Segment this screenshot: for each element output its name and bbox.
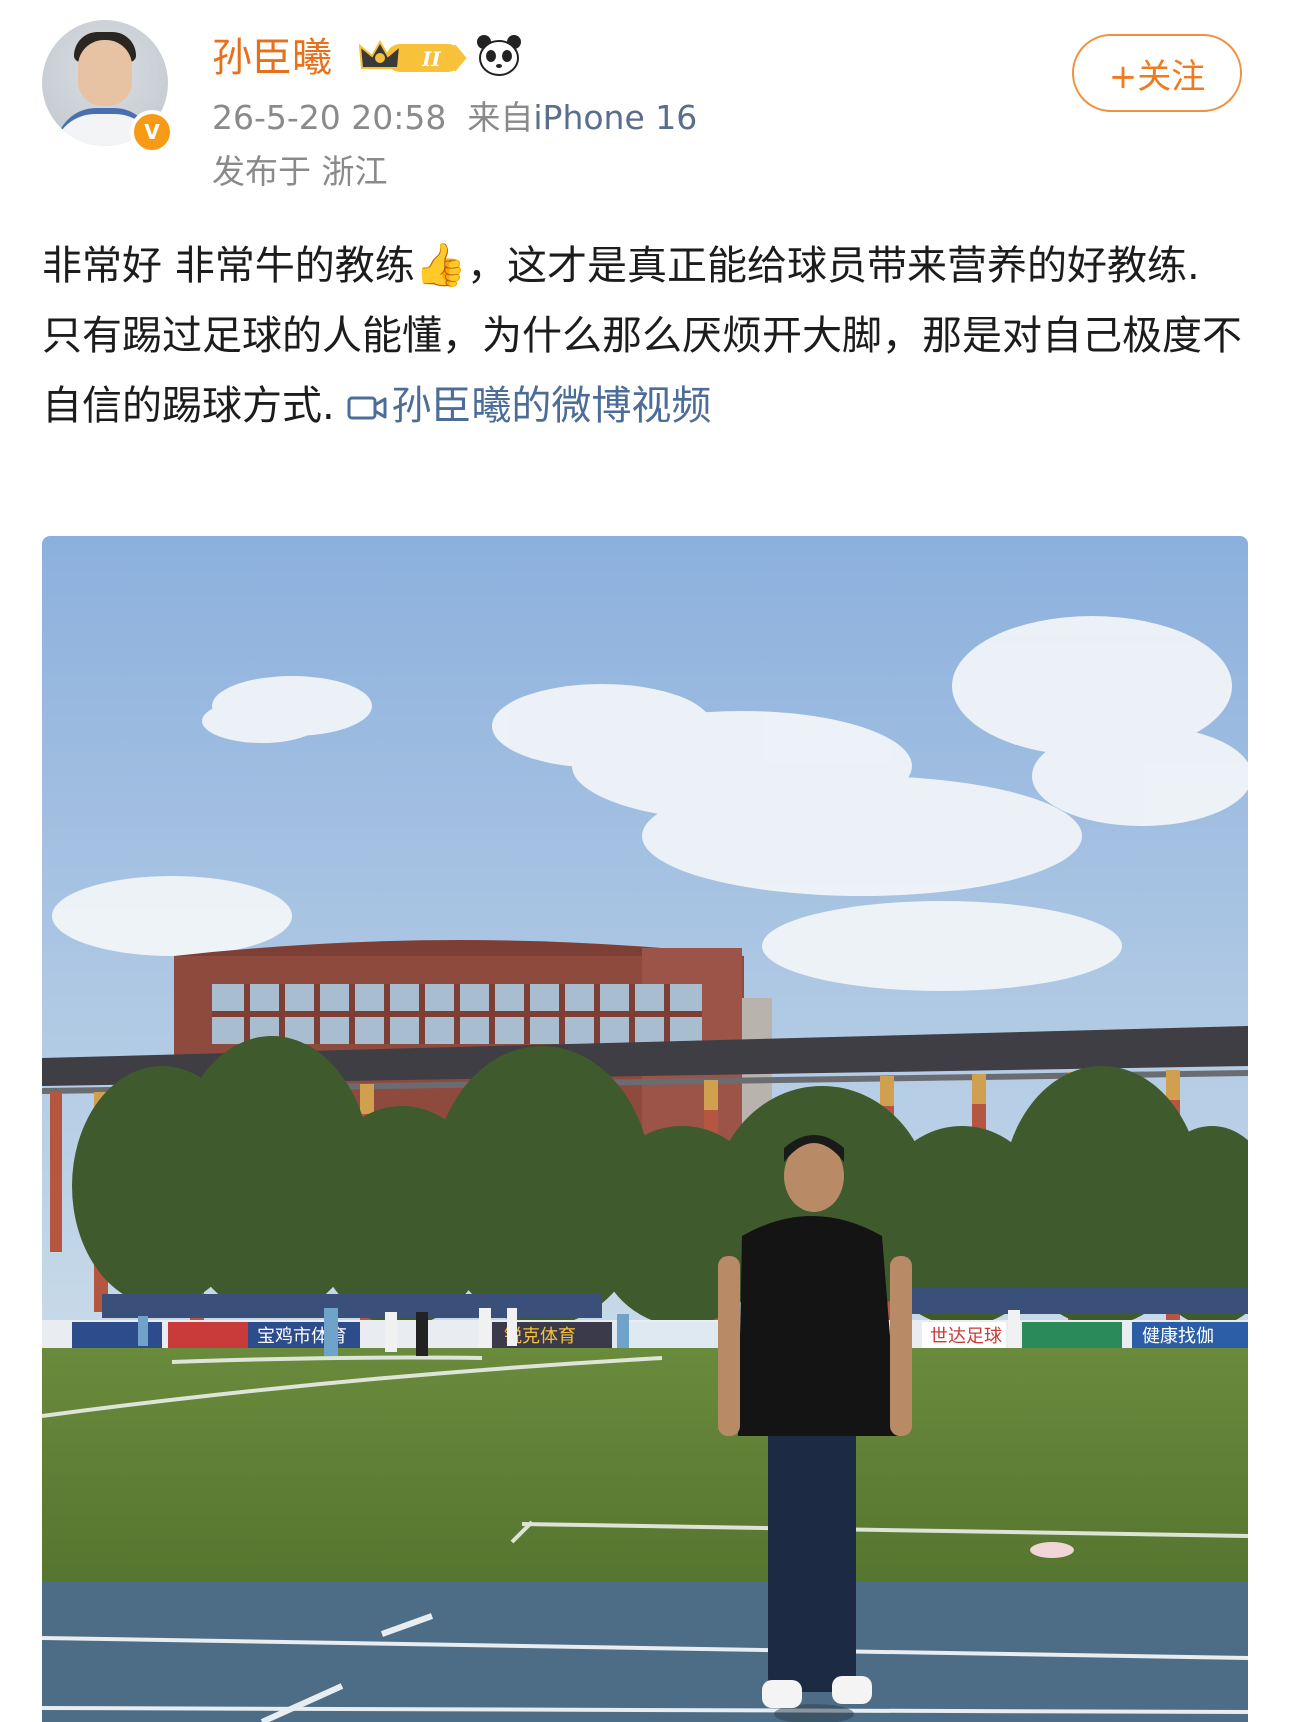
post-text-part2: ，这才是真正能给球员带来营养的好教练. bbox=[467, 243, 1200, 289]
bottle bbox=[1030, 1542, 1074, 1558]
panda-icon bbox=[477, 35, 521, 76]
avatar-face bbox=[78, 40, 132, 106]
ad-banner-3: 健康找伽 bbox=[1142, 1326, 1214, 1346]
badge-level-text: II bbox=[421, 47, 441, 71]
running-track bbox=[42, 1582, 1248, 1722]
video-link-text: 孙臣曦的微博视频 bbox=[391, 383, 712, 429]
video-camera-icon bbox=[347, 396, 387, 420]
username[interactable]: 孙臣曦 bbox=[212, 30, 332, 86]
post-text: 非常好 非常牛的教练👍，这才是真正能给球员带来营养的好教练. 只有踢过足球的人能… bbox=[42, 230, 1252, 441]
post-meta: 26-5-20 20:58 来自iPhone 16 bbox=[212, 96, 697, 140]
device-name: iPhone 16 bbox=[533, 98, 698, 137]
thumbs-up-icon: 👍 bbox=[414, 240, 468, 289]
crown-level-badge-icon: II bbox=[358, 39, 467, 72]
verified-badge-icon: V bbox=[130, 110, 174, 154]
video-frame: 宝鸡市体育 锐克体育 世达足球 健康找伽 bbox=[42, 536, 1248, 1722]
post-location: 发布于 浙江 bbox=[212, 152, 388, 191]
video-link[interactable]: 孙臣曦的微博视频 bbox=[347, 383, 711, 429]
post-timestamp: 26-5-20 20:58 bbox=[212, 98, 447, 137]
post-text-part1: 非常好 非常牛的教练 bbox=[42, 243, 415, 289]
follow-button[interactable]: +关注 bbox=[1072, 34, 1242, 112]
post-video[interactable]: 宝鸡市体育 锐克体育 世达足球 健康找伽 bbox=[42, 536, 1248, 1722]
ad-banner-2: 世达足球 bbox=[930, 1326, 1002, 1346]
source-prefix: 来自 bbox=[467, 98, 534, 137]
